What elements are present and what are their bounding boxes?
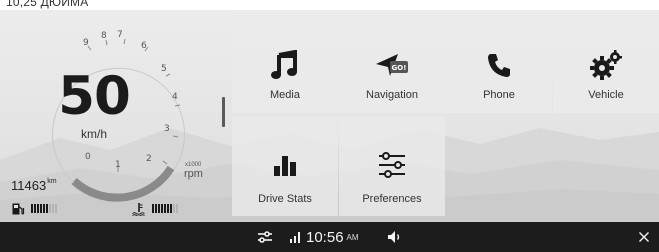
navigation-label: Navigation bbox=[366, 89, 418, 101]
rpm-tick-4: 4 bbox=[172, 92, 178, 102]
odometer: 11463km bbox=[11, 178, 57, 193]
rpm-arc-band bbox=[71, 165, 175, 202]
gauge-bar bbox=[170, 204, 172, 213]
preferences-label: Preferences bbox=[362, 193, 422, 205]
rpm-tick-5: 5 bbox=[161, 64, 167, 74]
rpm-tick-2: 2 bbox=[146, 154, 152, 164]
gears-icon bbox=[586, 45, 626, 85]
volume-icon[interactable] bbox=[387, 222, 403, 252]
coolant-temp-icon bbox=[132, 202, 145, 216]
navigation-go-icon: GO! bbox=[372, 45, 412, 85]
gauge-bar bbox=[155, 204, 157, 213]
drive-stats-label: Drive Stats bbox=[258, 193, 312, 205]
fuel-pump-icon bbox=[12, 203, 25, 214]
sliders-icon bbox=[372, 145, 412, 185]
rpm-label: rpm bbox=[184, 168, 203, 180]
media-tile[interactable]: Media bbox=[232, 13, 338, 113]
phone-icon bbox=[479, 45, 519, 85]
speed-readout: 50 bbox=[58, 66, 131, 127]
rpm-tick-7: 7 bbox=[117, 30, 123, 40]
gauge-bar bbox=[167, 204, 169, 213]
preferences-tile[interactable]: Preferences bbox=[339, 116, 445, 216]
infotainment-screen: 0 1 2 3 4 5 6 7 8 9 50 km/h x1000 rpm 11… bbox=[0, 10, 659, 222]
gauge-bar bbox=[152, 204, 154, 213]
rpm-tick-0: 0 bbox=[85, 152, 91, 162]
settings-sliders-icon[interactable] bbox=[257, 222, 273, 252]
gauge-bar bbox=[55, 204, 57, 213]
gauge-bar bbox=[37, 204, 39, 213]
bar-chart-icon bbox=[265, 145, 305, 185]
fuel-gauge bbox=[11, 203, 57, 214]
clock-ampm: AM bbox=[346, 232, 359, 242]
clock: 10:56 AM bbox=[306, 222, 359, 252]
phone-tile[interactable]: Phone bbox=[446, 13, 552, 113]
gauge-bar bbox=[52, 204, 54, 213]
rpm-tick-6: 6 bbox=[141, 41, 147, 51]
rpm-tick-1: 1 bbox=[115, 160, 121, 170]
coolant-level-bars bbox=[152, 204, 178, 213]
clock-time: 10:56 bbox=[306, 228, 344, 246]
close-icon[interactable] bbox=[638, 222, 650, 252]
media-label: Media bbox=[270, 89, 300, 101]
music-note-icon bbox=[265, 45, 305, 85]
gauge-bar bbox=[158, 204, 160, 213]
rpm-tick-8: 8 bbox=[101, 31, 107, 41]
fuel-level-bars bbox=[31, 204, 57, 213]
instrument-cluster: 0 1 2 3 4 5 6 7 8 9 50 km/h x1000 rpm 11… bbox=[0, 10, 224, 222]
gauge-bar bbox=[161, 204, 163, 213]
speed-unit: km/h bbox=[80, 127, 107, 141]
panel-handle[interactable] bbox=[222, 97, 225, 127]
gauge-bar bbox=[46, 204, 48, 213]
gauge-bar bbox=[31, 204, 33, 213]
rpm-tick-9: 9 bbox=[83, 38, 89, 48]
gauge-bar bbox=[173, 204, 175, 213]
caption: 10,25 ДЮЙМА bbox=[6, 0, 89, 9]
gauge-bar bbox=[164, 204, 166, 213]
nav-go-badge: GO! bbox=[392, 64, 407, 72]
gauge-bar bbox=[43, 204, 45, 213]
gauge-bar bbox=[49, 204, 51, 213]
rpm-tick-3: 3 bbox=[164, 124, 170, 134]
odometer-unit: km bbox=[47, 178, 57, 185]
vehicle-label: Vehicle bbox=[588, 89, 624, 101]
vehicle-tile[interactable]: Vehicle bbox=[553, 13, 659, 113]
coolant-gauge bbox=[132, 202, 178, 216]
gauge-bar bbox=[34, 204, 36, 213]
gauge-bar bbox=[176, 204, 178, 213]
drive-stats-tile[interactable]: Drive Stats bbox=[232, 116, 338, 216]
odometer-value: 11463 bbox=[11, 178, 47, 193]
signal-icon bbox=[289, 222, 303, 252]
navigation-tile[interactable]: GO! Navigation bbox=[339, 13, 445, 113]
status-bar: 10:56 AM bbox=[0, 222, 659, 252]
gauge-bar bbox=[40, 204, 42, 213]
phone-label: Phone bbox=[483, 89, 515, 101]
